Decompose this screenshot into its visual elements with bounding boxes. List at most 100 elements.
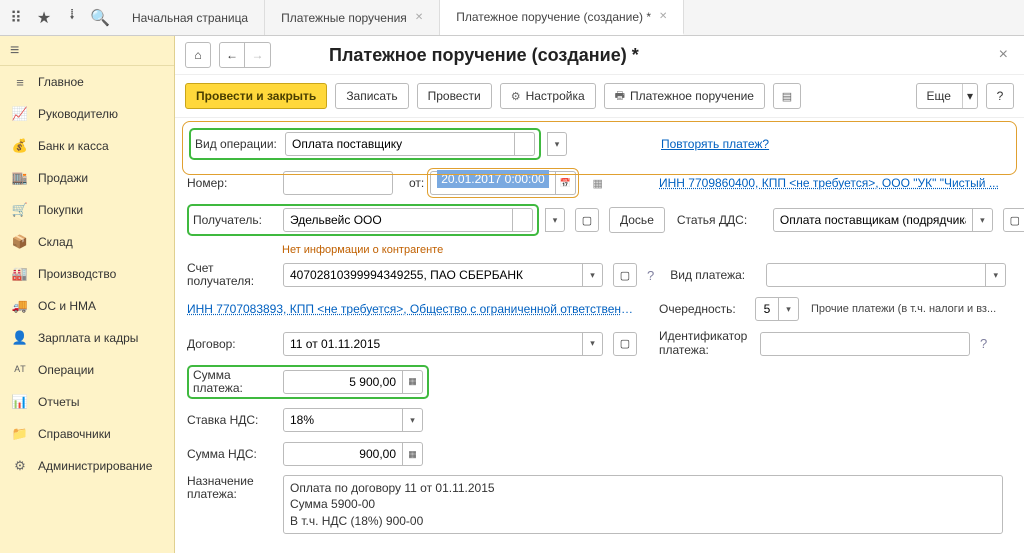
sidebar-item-production[interactable]: 🏭 Производство <box>0 258 174 290</box>
truck-icon: 🚚 <box>12 298 28 314</box>
op-type-group: Вид операции: <box>189 128 541 160</box>
sidebar-item-operations[interactable]: ᴬᵀОперации <box>0 354 174 386</box>
post-and-close-button[interactable]: Провести и закрыть <box>185 83 327 109</box>
dropdown-icon[interactable] <box>515 132 535 156</box>
settings-button[interactable]: ⚙Настройка <box>500 83 596 109</box>
number-input[interactable] <box>283 171 393 195</box>
counterparty-inn-link[interactable]: ИНН 7707083893, КПП <не требуется>, Обще… <box>187 302 637 316</box>
structure-button[interactable]: ▤ <box>773 83 801 109</box>
chevron-down-icon: ▾ <box>962 84 973 108</box>
open-button[interactable]: ▢ <box>1003 208 1024 232</box>
folder-icon: 📁 <box>12 426 28 442</box>
sidebar-item-main[interactable]: ≡Главное <box>0 66 174 98</box>
number-label: Номер: <box>187 176 277 190</box>
purpose-label: Назначение платежа: <box>187 475 277 501</box>
contract-input[interactable] <box>283 332 583 356</box>
sidebar-item-label: ОС и НМА <box>38 299 96 313</box>
id-input[interactable] <box>760 332 970 356</box>
vat-rate-input[interactable] <box>283 408 403 432</box>
dropdown-icon[interactable]: ▾ <box>547 132 567 156</box>
forward-button[interactable]: → <box>245 42 271 68</box>
close-icon[interactable]: ✕ <box>659 11 667 22</box>
vat-rate-label: Ставка НДС: <box>187 413 277 427</box>
doc-icon-button[interactable]: ▦ <box>586 171 610 195</box>
sidebar-item-bank[interactable]: 💰Банк и касса <box>0 130 174 162</box>
help-icon: ? <box>997 89 1004 103</box>
sidebar-item-label: Производство <box>38 267 116 281</box>
open-button[interactable]: ▢ <box>613 263 637 287</box>
dds-input[interactable] <box>773 208 973 232</box>
op-type-input[interactable] <box>285 132 515 156</box>
back-button[interactable]: ← <box>219 42 245 68</box>
help-icon[interactable]: ? <box>976 336 991 351</box>
history-icon[interactable]: ⭭ <box>60 6 84 30</box>
priority-input[interactable] <box>755 297 779 321</box>
calc-icon[interactable]: ▦ <box>403 370 423 394</box>
star-icon[interactable]: ★ <box>32 6 56 30</box>
sidebar-item-label: Банк и касса <box>38 139 109 153</box>
sum-input[interactable] <box>283 370 403 394</box>
dropdown-icon[interactable]: ▾ <box>583 332 603 356</box>
pay-type-input[interactable] <box>766 263 986 287</box>
priority-label: Очередность: <box>659 302 749 316</box>
sidebar-item-manager[interactable]: 📈Руководителю <box>0 98 174 130</box>
page-header: ⌂ ← → Платежное поручение (создание) * × <box>175 36 1024 75</box>
print-payment-button[interactable]: 🖶Платежное поручение <box>604 83 765 109</box>
open-button[interactable]: ▢ <box>575 208 599 232</box>
tab-payment-orders[interactable]: Платежные поручения ✕ <box>265 0 440 35</box>
save-button[interactable]: Записать <box>335 83 408 109</box>
close-icon[interactable]: ✕ <box>415 12 423 23</box>
contract-label: Договор: <box>187 337 277 351</box>
dropdown-icon[interactable]: ▾ <box>403 408 423 432</box>
operations-icon: ᴬᵀ <box>12 362 28 378</box>
sidebar-item-purchases[interactable]: 🛒Покупки <box>0 194 174 226</box>
print-icon: 🖶 <box>615 87 625 106</box>
apps-grid-icon[interactable]: ⠿ <box>4 6 28 30</box>
sidebar-item-directories[interactable]: 📁Справочники <box>0 418 174 450</box>
help-icon[interactable]: ? <box>643 268 658 283</box>
vat-sum-label: Сумма НДС: <box>187 447 277 461</box>
sidebar-item-payroll[interactable]: 👤Зарплата и кадры <box>0 322 174 354</box>
account-input[interactable] <box>283 263 583 287</box>
dossier-button[interactable]: Досье <box>609 207 665 233</box>
pay-type-label: Вид платежа: <box>670 268 760 282</box>
box-icon: 📦 <box>12 234 28 250</box>
priority-note: Прочие платежи (в т.ч. налоги и вз... <box>811 303 996 315</box>
recipient-input[interactable] <box>283 208 513 232</box>
sidebar-item-assets[interactable]: 🚚 ОС и НМА <box>0 290 174 322</box>
more-button[interactable]: Еще▾ <box>916 83 978 109</box>
calendar-icon[interactable]: 📅 <box>556 171 576 195</box>
store-icon: 🏬 <box>12 170 28 186</box>
home-button[interactable]: ⌂ <box>185 42 211 68</box>
open-button[interactable]: ▢ <box>613 332 637 356</box>
sidebar-item-warehouse[interactable]: 📦Склад <box>0 226 174 258</box>
sidebar-item-label: Главное <box>38 75 84 89</box>
dropdown-icon[interactable]: ▾ <box>583 263 603 287</box>
dropdown-icon[interactable]: ▾ <box>779 297 799 321</box>
help-button[interactable]: ? <box>986 83 1014 109</box>
sidebar-item-reports[interactable]: 📊Отчеты <box>0 386 174 418</box>
purpose-textarea[interactable]: Оплата по договору 11 от 01.11.2015 Сумм… <box>283 475 1003 534</box>
post-button[interactable]: Провести <box>417 83 492 109</box>
dropdown-icon[interactable]: ▾ <box>986 263 1006 287</box>
dropdown-icon[interactable] <box>513 208 533 232</box>
sidebar-item-admin[interactable]: ⚙Администрирование <box>0 450 174 482</box>
search-icon[interactable]: 🔍 <box>88 6 112 30</box>
date-input[interactable]: 20.01.2017 0:00:00 <box>437 170 548 188</box>
id-label: Идентификатор платежа: <box>659 330 754 356</box>
repeat-payment-link[interactable]: Повторять платеж? <box>661 137 769 151</box>
vat-sum-input[interactable] <box>283 442 403 466</box>
sidebar-item-label: Администрирование <box>38 459 152 473</box>
tab-payment-order-create[interactable]: Платежное поручение (создание) * ✕ <box>440 0 684 35</box>
sidebar-item-sales[interactable]: 🏬Продажи <box>0 162 174 194</box>
dropdown-icon[interactable]: ▾ <box>973 208 993 232</box>
sidebar-item-label: Руководителю <box>38 107 118 121</box>
factory-icon: 🏭 <box>12 266 28 282</box>
dropdown-icon[interactable]: ▾ <box>545 208 565 232</box>
close-page-button[interactable]: × <box>993 46 1014 64</box>
org-inn-link[interactable]: ИНН 7709860400, КПП <не требуется>, ООО … <box>659 176 999 190</box>
tab-start-page[interactable]: Начальная страница <box>116 0 265 35</box>
structure-icon: ▤ <box>782 90 792 103</box>
calc-icon[interactable]: ▦ <box>403 442 423 466</box>
sidebar-toggle[interactable]: ≡ <box>0 36 174 66</box>
